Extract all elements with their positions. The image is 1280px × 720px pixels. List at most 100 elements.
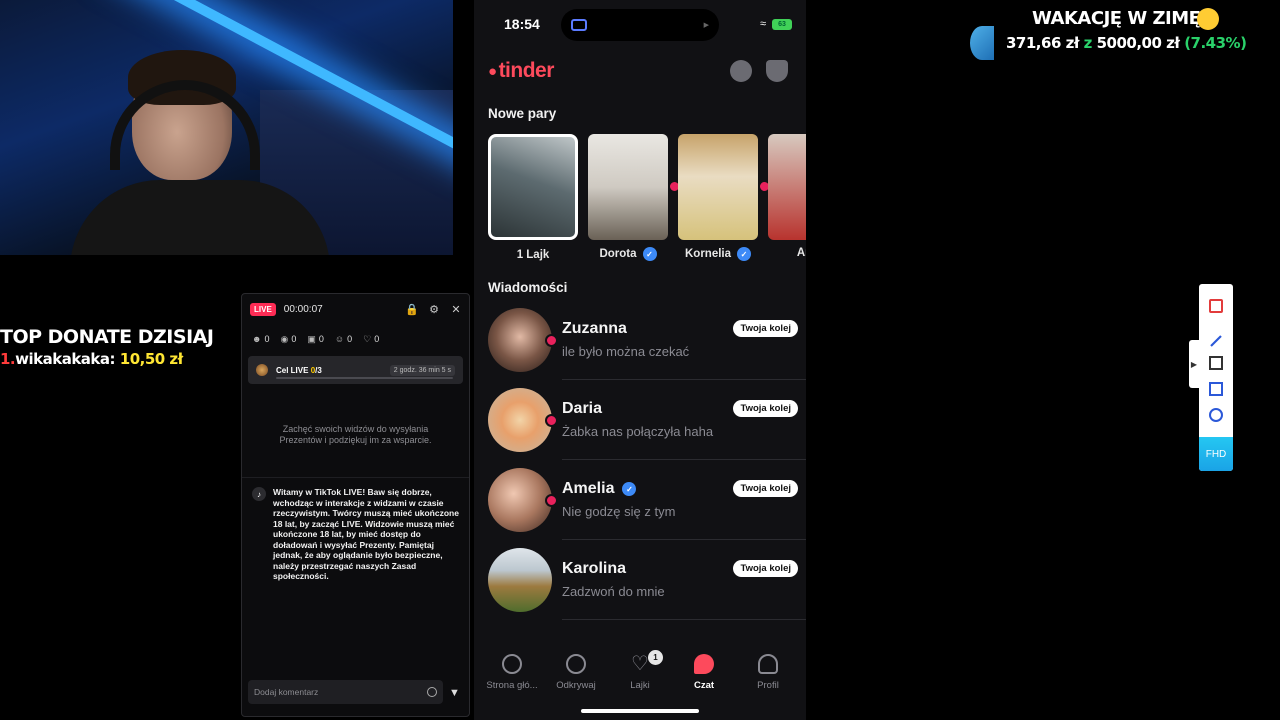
goal-progress-bar — [276, 377, 453, 379]
pen-icon[interactable] — [1210, 335, 1222, 347]
record-icon[interactable] — [1209, 408, 1223, 422]
message-item[interactable]: Zuzanna ile było można czekać Twoja kole… — [474, 300, 806, 380]
goal-avatar — [256, 364, 268, 376]
tab-discover[interactable]: Odkrywaj — [546, 640, 606, 720]
settings-icon[interactable]: ⚙ — [429, 304, 439, 316]
likes-stat: ♡ 0 — [363, 333, 380, 345]
goal-label: Cel LIVE 0/3 — [276, 365, 322, 375]
match-item[interactable]: And — [768, 134, 806, 259]
match-photo — [588, 134, 668, 240]
status-time: 18:54 — [504, 16, 540, 32]
donate-title: TOP DONATE DZISIAJ — [0, 326, 214, 348]
chat-icon — [694, 654, 714, 674]
unread-dot — [545, 334, 558, 347]
welcome-text: Witamy w TikTok LIVE! Baw się dobrze, wc… — [273, 487, 459, 581]
exit-icon[interactable] — [1209, 299, 1223, 313]
avatar — [488, 468, 558, 532]
donation-goal-overlay: WAKACJĘ W ZIMĘ 371,66 zł z 5000,00 zł (7… — [970, 6, 1260, 66]
status-bar: 18:54 ▶ ≈ 63 — [474, 0, 806, 48]
top-donate-overlay: TOP DONATE DZISIAJ 1.wikakakaka: 10,50 z… — [0, 326, 214, 368]
heart-icon: ♡ — [363, 333, 372, 344]
tiktok-icon: ♪ — [252, 487, 266, 501]
flame-icon: ● — [488, 62, 497, 80]
tinder-logo: ● tinder — [488, 59, 554, 82]
unread-dot — [545, 494, 558, 507]
bottom-nav: Strona głó... Odkrywaj ♡ 1 Lajki Czat Pr… — [474, 640, 806, 720]
tiktok-live-panel: LIVE 00:00:07 🔒 ⚙ ✕ ☻ 0 ◉ 0 ▣ 0 ☺ 0 ♡ 0 Cel L… — [241, 293, 470, 717]
wifi-icon: ≈ — [759, 18, 766, 30]
dynamic-island: ▶ — [561, 9, 719, 41]
welcome-message: ♪ Witamy w TikTok LIVE! Baw się dobrze, … — [252, 487, 461, 582]
person-icon — [758, 654, 778, 674]
app-header: ● tinder — [474, 48, 806, 94]
tab-home[interactable]: Strona głó... — [482, 640, 542, 720]
live-stats: ☻ 0 ◉ 0 ▣ 0 ☺ 0 ♡ 0 — [242, 324, 469, 348]
verified-icon: ✓ — [737, 247, 751, 261]
shield-icon[interactable] — [766, 60, 788, 82]
followers-stat: ☺ 0 — [334, 334, 353, 344]
gifts-stat: ▣ 0 — [307, 333, 324, 345]
messages-title: Wiadomości — [488, 280, 568, 295]
screen-mirror-icon — [571, 19, 587, 31]
goal-title: WAKACJĘ W ZIMĘ — [1032, 8, 1201, 29]
webcam-feed — [0, 0, 453, 255]
donate-entry: 1.wikakakaka: 10,50 zł — [0, 350, 183, 368]
match-likes[interactable]: 1 Lajk — [488, 134, 578, 261]
avatar — [488, 548, 552, 612]
your-turn-badge: Twoja kolej — [733, 400, 798, 417]
avatar — [488, 388, 558, 452]
live-badge: LIVE — [250, 302, 276, 316]
crop-icon[interactable] — [1209, 382, 1223, 396]
matches-row: 1 Lajk Dorota✓ Kornelia✓ And — [474, 126, 806, 261]
home-indicator[interactable] — [581, 709, 699, 713]
live-timer: 00:00:07 — [283, 303, 323, 315]
compass-icon — [566, 654, 586, 674]
heart-icon: ♡ — [631, 653, 649, 675]
unread-dot — [545, 414, 558, 427]
message-item[interactable]: Daria Żabka nas połączyła haha Twoja kol… — [474, 380, 806, 460]
eye-icon: ◉ — [280, 333, 289, 344]
match-item[interactable]: Kornelia ✓ — [678, 134, 771, 261]
globe-icon — [970, 26, 994, 60]
match-photo — [678, 134, 758, 240]
goal-time-left: 2 godz. 36 min 5 s — [389, 364, 455, 376]
live-goal[interactable]: Cel LIVE 0/3 2 godz. 36 min 5 s — [248, 356, 463, 384]
quality-button[interactable]: FHD — [1199, 437, 1233, 471]
new-pairs-title: Nowe pary — [488, 106, 557, 121]
sunglasses-emoji-icon — [1197, 8, 1219, 30]
tab-likes[interactable]: ♡ 1 Lajki — [610, 640, 670, 720]
divider — [242, 477, 469, 478]
gift-hint: Zachęć swoich widzów do wysyłania Prezen… — [279, 424, 432, 445]
filter-icon[interactable]: ▼ — [449, 687, 461, 699]
tab-chat[interactable]: Czat — [674, 640, 734, 720]
views-stat: ◉ 0 — [280, 333, 297, 345]
likes-badge: 1 — [648, 650, 663, 665]
verified-icon: ✓ — [622, 482, 637, 496]
match-photo — [768, 134, 806, 240]
message-item[interactable]: Amelia ✓ Nie godzę się z tym Twoja kolej — [474, 460, 806, 540]
your-turn-badge: Twoja kolej — [733, 320, 798, 337]
verified-icon: ✓ — [642, 247, 657, 261]
streamer — [70, 40, 330, 255]
coins-icon[interactable] — [730, 60, 752, 82]
recording-toolbar: FHD — [1199, 284, 1233, 471]
match-item[interactable]: Dorota ✓ — [588, 134, 681, 261]
emoji-icon[interactable] — [427, 687, 437, 697]
flame-icon — [502, 654, 522, 674]
phone-screen: 18:54 ▶ ≈ 63 ● tinder Nowe pary 1 Lajk Do… — [474, 0, 806, 720]
message-item[interactable]: Karolina Zadzwoń do mnie Twoja kolej — [474, 540, 806, 620]
collapse-toolbar-button[interactable]: ▶ — [1189, 340, 1199, 388]
battery-icon: 63 — [772, 18, 792, 30]
goal-progress: 371,66 zł z 5000,00 zł (7.43%) — [1006, 34, 1247, 52]
add-user-icon: ☺ — [334, 334, 345, 344]
comment-input[interactable]: Dodaj komentarz — [248, 680, 443, 704]
your-turn-badge: Twoja kolej — [733, 560, 798, 577]
viewers-stat: ☻ 0 — [252, 334, 270, 344]
tab-profile[interactable]: Profil — [738, 640, 798, 720]
users-icon: ☻ — [252, 334, 262, 344]
frame-icon[interactable] — [1209, 356, 1223, 370]
lock-icon[interactable]: 🔒 — [405, 304, 419, 316]
match-photo — [488, 134, 578, 240]
close-icon[interactable]: ✕ — [451, 304, 461, 316]
gift-icon: ▣ — [307, 333, 316, 344]
